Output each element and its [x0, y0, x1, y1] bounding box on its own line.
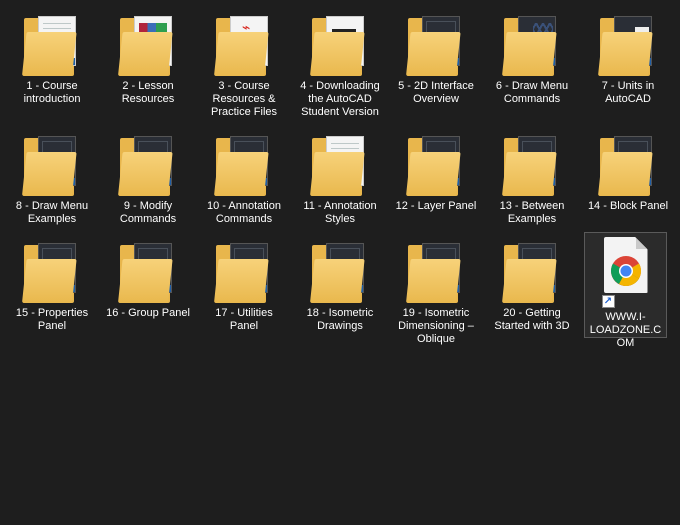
folder-item[interactable]: 2 - Lesson Resources	[102, 2, 194, 112]
folder-icon	[310, 239, 370, 303]
folder-icon	[406, 132, 466, 196]
folder-label: 12 - Layer Panel	[395, 200, 477, 212]
folder-icon	[502, 132, 562, 196]
folder-icon	[598, 132, 658, 196]
shortcut-label: WWW.I-LOADZONE.COM	[589, 311, 662, 349]
folder-icon	[22, 239, 82, 303]
folder-icon: ⌁PDF	[214, 12, 274, 76]
folder-label: 11 - Annotation Styles	[303, 200, 377, 225]
folder-icon	[118, 239, 178, 303]
folder-label: 13 - Between Examples	[499, 200, 565, 225]
folder-label: 18 - Isometric Drawings	[306, 307, 374, 332]
chrome-icon	[610, 256, 641, 286]
folder-item[interactable]: ⌁PDF 3 - Course Resources & Practice Fil…	[198, 2, 290, 118]
folder-label: 6 - Draw Menu Commands	[495, 80, 569, 105]
folder-icon	[310, 12, 370, 76]
folder-item[interactable]: 7 - Units in AutoCAD	[582, 2, 674, 112]
folder-icon	[406, 12, 466, 76]
folder-icon	[118, 132, 178, 196]
folder-item[interactable]: 6 - Draw Menu Commands	[486, 2, 578, 112]
folder-item[interactable]: 8 - Draw Menu Examples	[6, 122, 98, 232]
folder-item[interactable]: 12 - Layer Panel	[390, 122, 482, 232]
folder-label: 16 - Group Panel	[106, 307, 190, 319]
folder-item[interactable]: 5 - 2D Interface Overview	[390, 2, 482, 112]
folder-icon	[502, 239, 562, 303]
folder-icon	[214, 132, 274, 196]
folder-icon	[502, 12, 562, 76]
shortcut-item[interactable]: ↗ WWW.I-LOADZONE.COM	[584, 232, 667, 349]
desktop: 1 - Course introduction 2 - Lesson Resou…	[0, 0, 680, 525]
folder-label: 5 - 2D Interface Overview	[398, 80, 474, 105]
folder-label: 2 - Lesson Resources	[121, 80, 175, 105]
folder-label: 1 - Course introduction	[23, 80, 81, 105]
folder-item[interactable]: 10 - Annotation Commands	[198, 122, 290, 232]
folder-label: 20 - Getting Started with 3D	[494, 307, 570, 332]
folder-item[interactable]: 19 - Isometric Dimensioning – Oblique	[390, 229, 482, 345]
folder-icon	[118, 12, 178, 76]
folder-label: 10 - Annotation Commands	[206, 200, 281, 225]
folder-item[interactable]: 14 - Block Panel	[582, 122, 674, 232]
folder-icon	[22, 132, 82, 196]
folder-label: 17 - Utilities Panel	[215, 307, 273, 332]
folder-label: 7 - Units in AutoCAD	[601, 80, 655, 105]
folder-item[interactable]: 13 - Between Examples	[486, 122, 578, 232]
shortcut-arrow-icon: ↗	[601, 295, 615, 308]
folder-item[interactable]: 18 - Isometric Drawings	[294, 229, 386, 339]
folder-item[interactable]: 17 - Utilities Panel	[198, 229, 290, 339]
folder-label: 8 - Draw Menu Examples	[15, 200, 89, 225]
folder-item[interactable]: 9 - Modify Commands	[102, 122, 194, 232]
folder-item[interactable]: 11 - Annotation Styles	[294, 122, 386, 232]
folder-icon	[406, 239, 466, 303]
folder-icon	[22, 12, 82, 76]
folder-label: 19 - Isometric Dimensioning – Oblique	[398, 307, 474, 345]
folder-item[interactable]: 1 - Course introduction	[6, 2, 98, 112]
folder-icon	[214, 239, 274, 303]
folder-icon	[310, 132, 370, 196]
folder-item[interactable]: 4 - Downloading the AutoCAD Student Vers…	[294, 2, 386, 118]
folder-label: 15 - Properties Panel	[15, 307, 89, 332]
folder-item[interactable]: 15 - Properties Panel	[6, 229, 98, 339]
folder-item[interactable]: 20 - Getting Started with 3D	[486, 229, 578, 339]
folder-item[interactable]: 16 - Group Panel	[102, 229, 194, 339]
folder-label: 4 - Downloading the AutoCAD Student Vers…	[300, 80, 380, 118]
folder-label: 3 - Course Resources & Practice Files	[210, 80, 278, 118]
folder-icon	[598, 12, 658, 76]
folder-label: 9 - Modify Commands	[119, 200, 177, 225]
folder-label: 14 - Block Panel	[587, 200, 669, 212]
